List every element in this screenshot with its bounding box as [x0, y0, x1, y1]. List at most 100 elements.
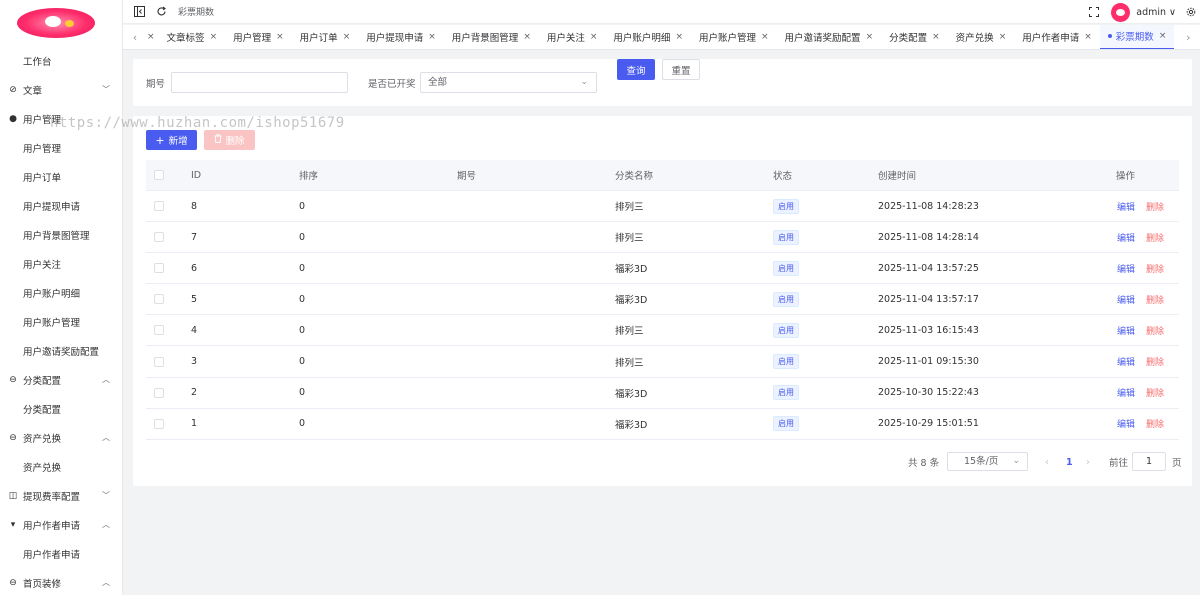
- query-button[interactable]: 查询: [617, 59, 655, 80]
- sidebar-item[interactable]: 用户账户明细: [0, 278, 122, 307]
- add-button[interactable]: + 新增: [146, 130, 197, 150]
- tab[interactable]: 分类配置 ×: [881, 25, 948, 49]
- delete-link[interactable]: 删除: [1146, 324, 1164, 337]
- edit-link[interactable]: 编辑: [1117, 324, 1135, 337]
- edit-link[interactable]: 编辑: [1117, 231, 1135, 244]
- row-checkbox[interactable]: [154, 315, 164, 345]
- delete-link[interactable]: 删除: [1146, 355, 1164, 368]
- row-checkbox[interactable]: [154, 284, 164, 314]
- row-checkbox[interactable]: [154, 378, 164, 408]
- sidebar-item[interactable]: ⊘ 文章 ﹀: [0, 75, 122, 104]
- close-icon[interactable]: ×: [343, 32, 351, 42]
- sidebar-item[interactable]: 资产兑换: [0, 452, 122, 481]
- chevron-up-icon: ︿: [102, 520, 110, 529]
- sidebar-item[interactable]: 用户邀请奖励配置: [0, 336, 122, 365]
- sidebar-item[interactable]: ▾ 用户作者申请 ︿: [0, 510, 122, 539]
- tab[interactable]: 用户订单 ×: [292, 25, 359, 49]
- page-number-current[interactable]: 1: [1066, 452, 1073, 472]
- sidebar-item[interactable]: 用户提现申请: [0, 191, 122, 220]
- tab[interactable]: 用户提现申请 ×: [358, 25, 444, 49]
- close-icon[interactable]: ×: [866, 32, 874, 42]
- sidebar-item[interactable]: 分类配置: [0, 394, 122, 423]
- chevron-down-icon: ⌄: [580, 77, 588, 87]
- cell-created: 2025-11-01 09:15:30: [878, 356, 979, 368]
- tab[interactable]: 用户背景图管理 ×: [444, 25, 539, 49]
- sidebar-item[interactable]: ● 用户管理: [0, 104, 122, 133]
- sidebar-item[interactable]: 用户订单: [0, 162, 122, 191]
- delete-link[interactable]: 删除: [1146, 200, 1164, 213]
- compass-icon: ⊘: [9, 84, 17, 95]
- drawn-select[interactable]: 全部 ⌄: [420, 72, 597, 93]
- sidebar-item[interactable]: ⊖ 首页装修 ︿: [0, 568, 122, 595]
- tabs-bar: ‹ × 文章标签 × 用户管理 × 用户订单 × 用户提现申请 × 用户背景图管理 × 用户关注 × 用…: [123, 25, 1200, 50]
- close-icon[interactable]: ×: [590, 32, 598, 42]
- close-icon[interactable]: ×: [675, 32, 683, 42]
- edit-link[interactable]: 编辑: [1117, 417, 1135, 430]
- cell-sort: 0: [299, 387, 306, 399]
- edit-link[interactable]: 编辑: [1117, 355, 1135, 368]
- cell-category: 福彩3D: [615, 419, 648, 431]
- row-checkbox[interactable]: [154, 191, 164, 221]
- user-menu[interactable]: admin ∨: [1136, 7, 1176, 18]
- page-size-select[interactable]: 15条/页 ⌄: [947, 452, 1028, 471]
- collapse-sidebar-icon[interactable]: [134, 6, 145, 17]
- sidebar-item[interactable]: 工作台: [0, 46, 122, 75]
- edit-link[interactable]: 编辑: [1117, 293, 1135, 306]
- row-checkbox[interactable]: [154, 346, 164, 376]
- delete-link[interactable]: 删除: [1146, 262, 1164, 275]
- edit-link[interactable]: 编辑: [1117, 262, 1135, 275]
- goto-page-input[interactable]: 1: [1132, 452, 1166, 471]
- sidebar-item[interactable]: 用户作者申请: [0, 539, 122, 568]
- reset-button[interactable]: 重置: [662, 59, 700, 80]
- tab-label: 用户订单: [299, 33, 338, 44]
- delete-button[interactable]: 删除: [204, 130, 255, 150]
- drawn-select-value: 全部: [428, 77, 448, 88]
- tabs-scroll-left-icon[interactable]: ‹: [123, 25, 147, 49]
- close-icon[interactable]: ×: [276, 32, 284, 42]
- close-all-tabs-icon[interactable]: ×: [147, 25, 159, 49]
- tabs-scroll-right-icon[interactable]: ›: [1176, 25, 1200, 49]
- close-icon[interactable]: ×: [523, 32, 531, 42]
- sidebar-item[interactable]: 用户关注: [0, 249, 122, 278]
- sidebar-item-label: 用户账户管理: [23, 317, 81, 329]
- close-icon[interactable]: ×: [210, 32, 218, 42]
- tab[interactable]: 用户关注 ×: [539, 25, 606, 49]
- select-all-checkbox[interactable]: [154, 160, 164, 190]
- tab[interactable]: 用户账户管理 ×: [691, 25, 777, 49]
- avatar[interactable]: [1111, 2, 1131, 22]
- row-checkbox[interactable]: [154, 253, 164, 283]
- tab[interactable]: 用户作者申请 ×: [1014, 25, 1100, 49]
- tab[interactable]: 文章标签 ×: [159, 25, 226, 49]
- fullscreen-icon[interactable]: [1088, 7, 1099, 18]
- sidebar-item[interactable]: ⊖ 分类配置 ︿: [0, 365, 122, 394]
- sidebar-item[interactable]: 用户账户管理: [0, 307, 122, 336]
- tab[interactable]: 资产兑换 ×: [948, 25, 1015, 49]
- delete-link[interactable]: 删除: [1146, 417, 1164, 430]
- close-icon[interactable]: ×: [761, 32, 769, 42]
- tab[interactable]: 用户账户明细 ×: [605, 25, 691, 49]
- refresh-icon[interactable]: [156, 6, 167, 17]
- tab[interactable]: 彩票期数 ×: [1099, 25, 1175, 49]
- next-page-icon[interactable]: ›: [1086, 452, 1090, 472]
- delete-link[interactable]: 删除: [1146, 231, 1164, 244]
- close-icon[interactable]: ×: [999, 32, 1007, 42]
- sidebar-item[interactable]: ◫ 提现费率配置 ﹀: [0, 481, 122, 510]
- sidebar-item[interactable]: 用户管理: [0, 133, 122, 162]
- close-icon[interactable]: ×: [1084, 32, 1092, 42]
- edit-link[interactable]: 编辑: [1117, 386, 1135, 399]
- edit-link[interactable]: 编辑: [1117, 200, 1135, 213]
- prev-page-icon[interactable]: ‹: [1045, 452, 1049, 472]
- delete-link[interactable]: 删除: [1146, 386, 1164, 399]
- tab[interactable]: 用户管理 ×: [225, 25, 292, 49]
- tab[interactable]: 用户邀请奖励配置 ×: [777, 25, 882, 49]
- gear-icon[interactable]: [1185, 7, 1196, 18]
- delete-link[interactable]: 删除: [1146, 293, 1164, 306]
- close-icon[interactable]: ×: [428, 32, 436, 42]
- sidebar-item[interactable]: ⊖ 资产兑换 ︿: [0, 423, 122, 452]
- sidebar-item[interactable]: 用户背景图管理: [0, 220, 122, 249]
- row-checkbox[interactable]: [154, 222, 164, 252]
- close-icon[interactable]: ×: [1159, 31, 1167, 41]
- period-input[interactable]: [171, 72, 348, 93]
- close-icon[interactable]: ×: [932, 32, 940, 42]
- row-checkbox[interactable]: [154, 409, 164, 439]
